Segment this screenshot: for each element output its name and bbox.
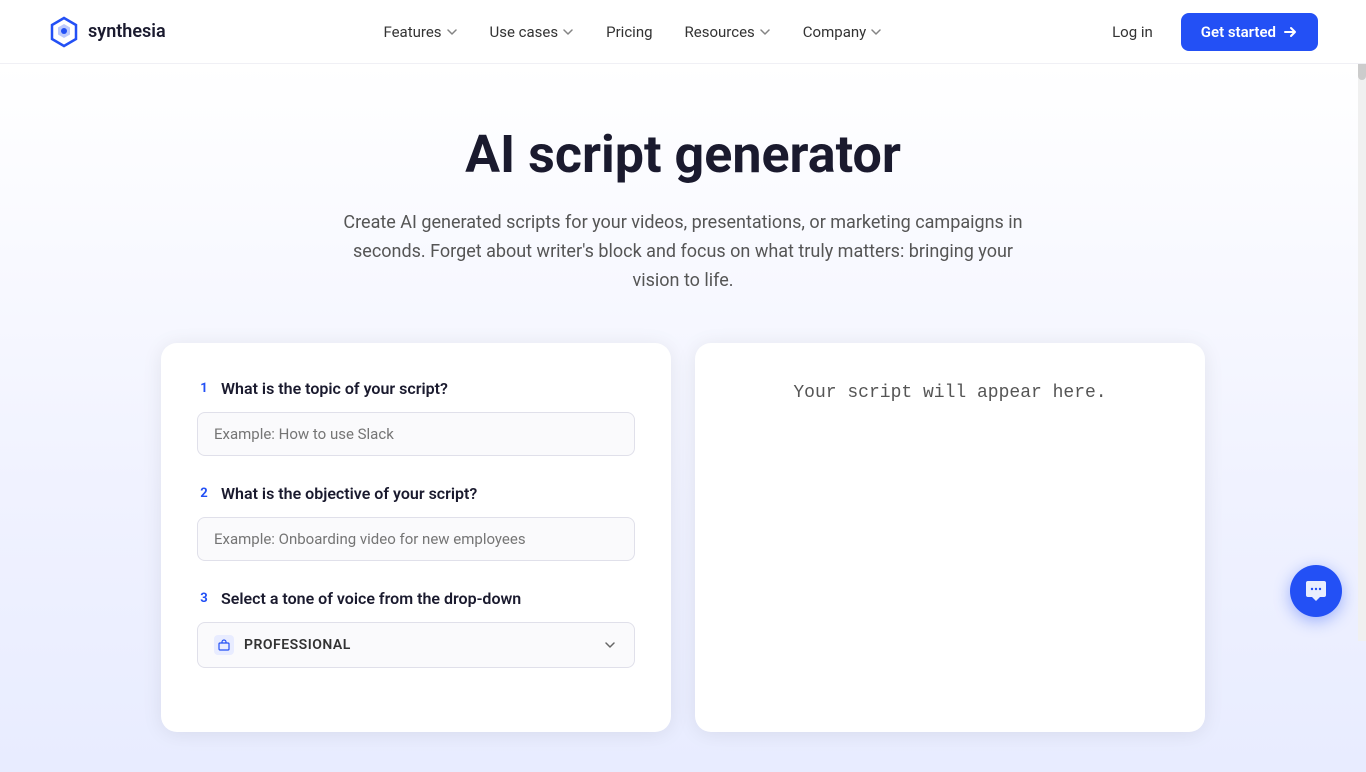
get-started-button[interactable]: Get started [1181,13,1318,51]
dropdown-chevron-icon [602,637,618,653]
nav-actions: Log in Get started [1100,13,1318,51]
step-3-number: 3 [197,591,211,606]
company-chevron-icon [870,26,882,38]
script-output-text: Your script will appear here. [731,379,1169,408]
form-card: 1 What is the topic of your script? 2 Wh… [161,343,671,732]
synthesia-logo-icon [48,16,80,48]
nav-pricing[interactable]: Pricing [594,15,664,49]
step-2-number: 2 [197,486,211,501]
nav-links: Features Use cases Pricing Resources Com… [371,15,894,49]
nav-company[interactable]: Company [791,15,894,49]
tone-dropdown-icon [214,635,234,655]
chat-icon [1304,579,1328,603]
nav-use-cases[interactable]: Use cases [478,15,587,49]
briefcase-icon [218,639,230,651]
step-1-label: 1 What is the topic of your script? [197,379,635,398]
resources-chevron-icon [759,26,771,38]
arrow-right-icon [1282,24,1298,40]
use-cases-chevron-icon [562,26,574,38]
main-nav: synthesia Features Use cases Pricing Res… [0,0,1366,64]
hero-description: Create AI generated scripts for your vid… [343,209,1023,295]
step-1-number: 1 [197,381,211,396]
scrollbar[interactable] [1358,0,1366,641]
hero-title: AI script generator [48,124,1318,185]
brand-logo[interactable]: synthesia [48,16,166,48]
nav-resources[interactable]: Resources [673,15,783,49]
features-chevron-icon [446,26,458,38]
login-button[interactable]: Log in [1100,15,1165,49]
script-output-card: Your script will appear here. [695,343,1205,732]
step-2-label: 2 What is the objective of your script? [197,484,635,503]
objective-input[interactable] [197,517,635,561]
form-step-1: 1 What is the topic of your script? [197,379,635,456]
brand-name: synthesia [88,21,166,42]
tone-dropdown[interactable]: PROFESSIONAL [197,622,635,668]
form-step-3: 3 Select a tone of voice from the drop-d… [197,589,635,668]
card-area: 1 What is the topic of your script? 2 Wh… [113,343,1253,732]
step-3-label: 3 Select a tone of voice from the drop-d… [197,589,635,608]
step-3-title: Select a tone of voice from the drop-dow… [221,589,521,608]
nav-features[interactable]: Features [371,15,469,49]
chat-bubble-button[interactable] [1290,565,1342,617]
step-1-title: What is the topic of your script? [221,379,448,398]
hero-section: AI script generator Create AI generated … [0,64,1366,772]
step-2-title: What is the objective of your script? [221,484,477,503]
topic-input[interactable] [197,412,635,456]
form-step-2: 2 What is the objective of your script? [197,484,635,561]
tone-value: PROFESSIONAL [244,637,351,653]
